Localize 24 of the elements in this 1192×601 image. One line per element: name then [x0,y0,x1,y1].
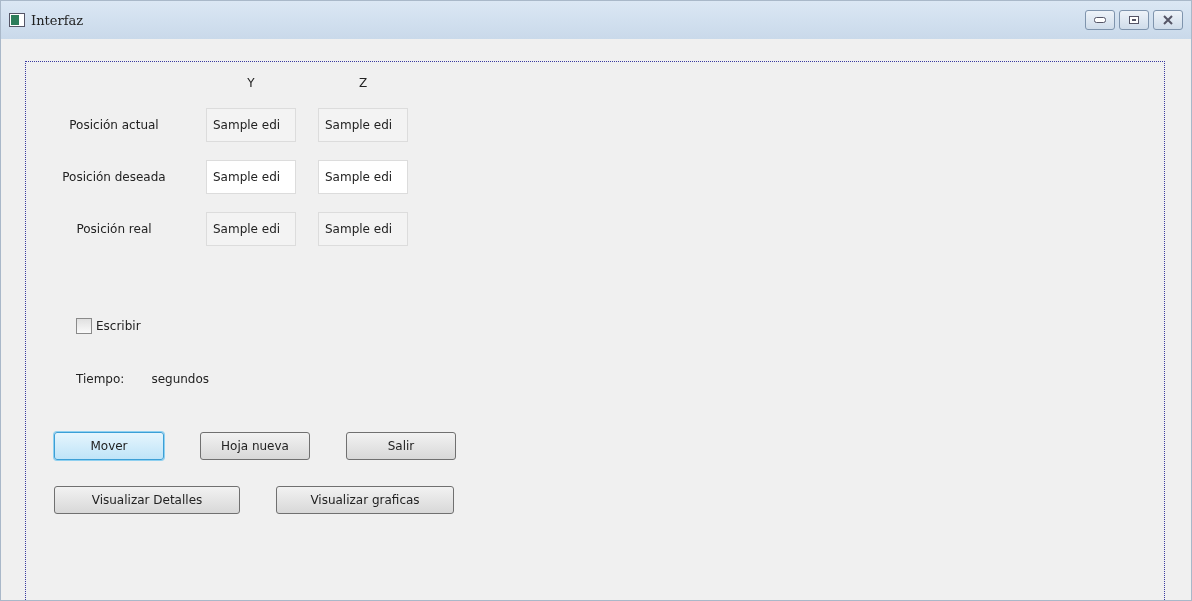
row-label: Posición deseada [61,170,167,184]
action-button[interactable]: Visualizar Detalles [54,486,240,514]
column-header: Z [357,76,369,90]
app-icon [9,13,25,27]
maximize-icon [1129,16,1139,24]
row-label: Posición actual [68,118,160,132]
time-label: Tiempo: [76,372,125,386]
column-header: Y [246,76,256,90]
checkbox-label: Escribir [96,319,141,333]
maximize-button[interactable] [1119,10,1149,30]
checkbox[interactable] [76,318,92,334]
close-button[interactable] [1153,10,1183,30]
action-button[interactable]: Visualizar graficas [276,486,454,514]
minimize-button[interactable] [1085,10,1115,30]
action-button[interactable]: Mover [54,432,164,460]
text-field[interactable]: Sample edi [318,160,408,194]
row-label: Posición real [75,222,153,236]
time-unit: segundos [151,372,210,386]
action-button[interactable]: Salir [346,432,456,460]
window-title: Interfaz [31,12,84,28]
text-field[interactable]: Sample edi [206,160,296,194]
minimize-icon [1094,17,1106,23]
close-icon [1162,15,1174,25]
action-button[interactable]: Hoja nueva [200,432,310,460]
